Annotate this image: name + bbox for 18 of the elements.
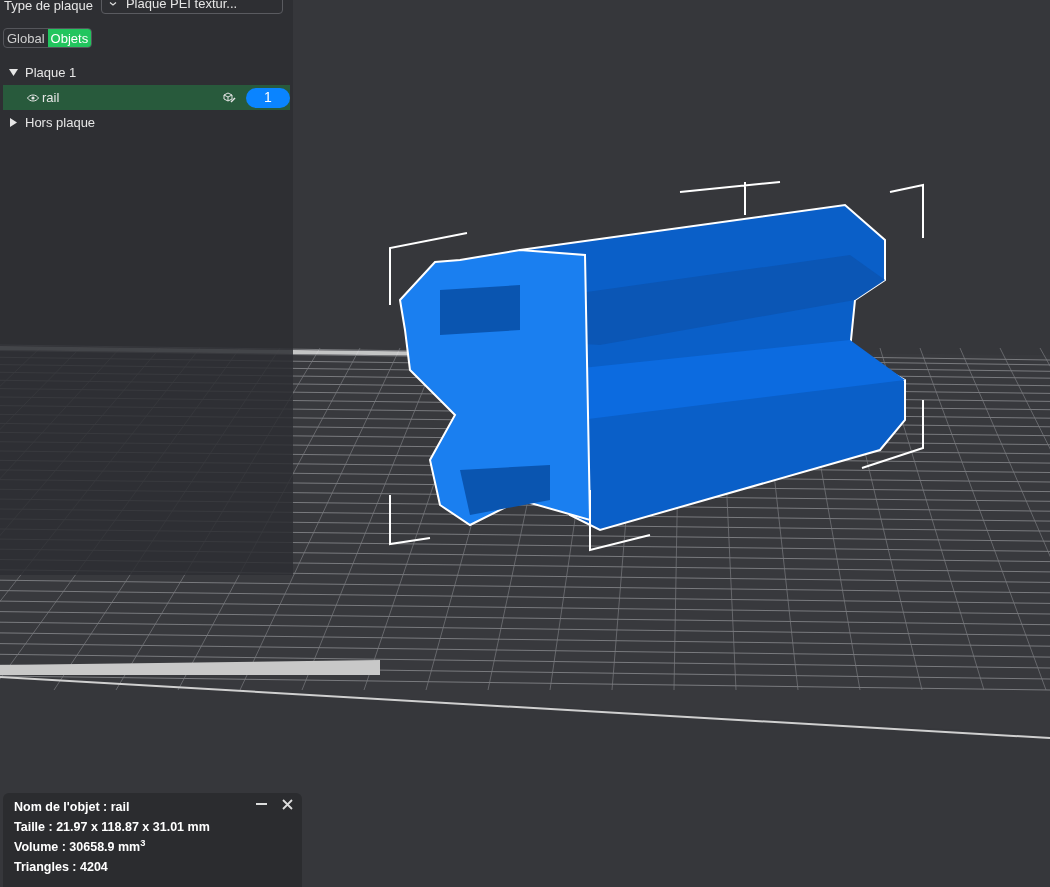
tree-row[interactable]: Hors plaque [3,110,290,135]
info-line: Triangles : 4204 [14,859,108,876]
plate-type-label: Type de plaque [4,0,93,16]
info-line: Taille : 21.97 x 118.87 x 31.01 mm [14,819,210,836]
tree-row[interactable]: Plaque 1 [3,60,290,85]
eye-icon[interactable] [27,93,39,102]
tree-item-label: rail [42,88,60,107]
close-button[interactable] [280,797,294,811]
view-tab[interactable]: Global [4,29,48,47]
collapsed-arrow-icon[interactable] [9,118,18,127]
tree-item-label: Plaque 1 [25,63,77,82]
cube-edit-icon[interactable] [223,91,236,104]
tree-row[interactable]: rail 1 [3,85,290,110]
info-line: Nom de l'objet : rail [14,799,130,816]
plate-number-badge[interactable]: 1 [246,87,290,108]
expanded-arrow-icon[interactable] [9,68,18,77]
tree-item-label: Hors plaque [25,113,96,132]
info-line: Volume : 30658.9 mm$^{3}$ [14,839,146,856]
